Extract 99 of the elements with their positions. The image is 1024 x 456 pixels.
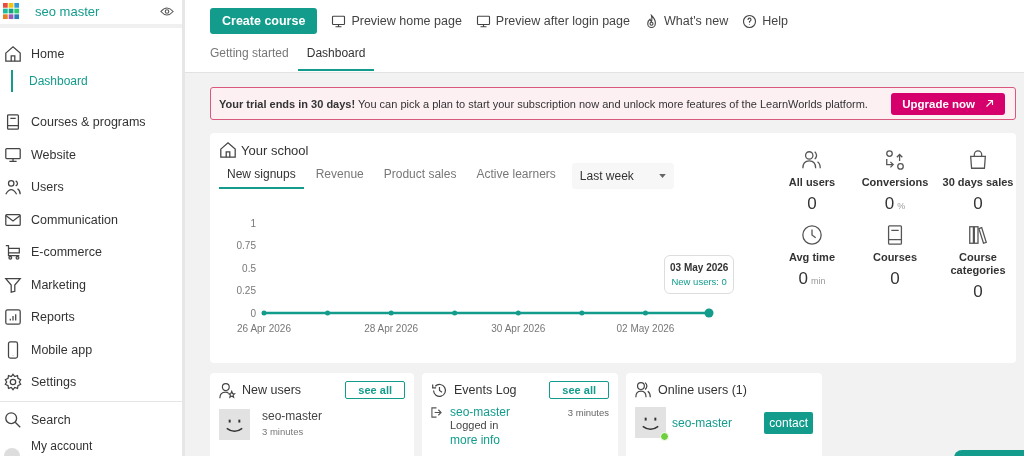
book-icon <box>4 113 22 132</box>
axis-label: 26 Apr 2026 <box>237 323 291 334</box>
period-dropdown[interactable]: Last week <box>571 163 674 189</box>
trial-message: Your trial ends in 30 days! You can pick a plan to start your subscription now and unlock more features of the LearnWorlds platform. <box>219 97 868 110</box>
sidebar-item[interactable]: Mobile app <box>0 333 182 366</box>
axis-label: 0.25 <box>236 285 256 296</box>
users-icon <box>801 149 823 171</box>
upgrade-button[interactable]: Upgrade now <box>891 92 1005 115</box>
login-icon <box>431 407 442 418</box>
school-name[interactable]: seo master <box>35 4 160 20</box>
user-link[interactable]: seo-master <box>672 415 759 430</box>
toolbar-link[interactable]: Help <box>742 13 788 29</box>
stat-label: Conversions <box>861 176 929 189</box>
stat-label: All users <box>788 176 836 189</box>
help-icon <box>742 13 758 29</box>
sidebar-subitem[interactable]: Dashboard <box>11 70 182 92</box>
monitor-icon <box>475 13 491 29</box>
stat-label: 30 days sales <box>942 176 1014 189</box>
monitor-icon <box>4 145 22 164</box>
history-icon <box>431 381 448 399</box>
arrow-icon <box>985 99 994 108</box>
app-grid-icon <box>3 3 20 21</box>
toolbar-link[interactable]: Preview home page <box>331 13 462 29</box>
data-point <box>261 310 267 316</box>
sidebar-item[interactable]: Users <box>0 171 182 204</box>
chart-tab[interactable]: Active learners <box>468 163 564 189</box>
eye-icon[interactable] <box>160 6 174 18</box>
funnel-icon <box>4 275 22 294</box>
user-time: 3 minutes <box>262 426 305 437</box>
data-point <box>579 310 585 316</box>
stat-value: 0 <box>973 194 983 214</box>
stat-label: Course categories <box>949 251 1007 277</box>
search-icon <box>4 410 22 429</box>
data-point <box>642 310 648 316</box>
users-icon <box>635 381 652 398</box>
chart-tab[interactable]: Product sales <box>375 163 465 189</box>
monitor-icon <box>331 13 347 29</box>
bar-chart-icon <box>4 308 22 327</box>
axis-label: 0 <box>250 307 256 319</box>
event-time: 3 minutes <box>567 407 609 418</box>
data-point <box>515 310 521 316</box>
user-name[interactable]: seo-master <box>262 409 323 423</box>
settings-icon <box>4 373 22 392</box>
stat-value: 0 <box>973 282 983 302</box>
sidebar-item[interactable]: Website <box>0 138 182 171</box>
stat-value: 0 <box>807 194 817 214</box>
data-point <box>704 308 714 318</box>
sidebar-item[interactable]: Settings <box>0 366 182 399</box>
stat-unit: min <box>810 276 826 286</box>
more-info-link[interactable]: more info <box>450 433 501 447</box>
home-icon <box>4 44 22 63</box>
account-item[interactable]: My account <box>31 439 93 453</box>
axis-label: 1 <box>250 217 256 229</box>
sidebar-item[interactable]: Courses & programs <box>0 106 182 139</box>
tooltip-value: New users: 0 <box>670 276 728 287</box>
stat-value: 0 <box>884 194 895 214</box>
chart-tab[interactable]: New signups <box>219 163 304 189</box>
stat-label: Avg time <box>788 251 835 264</box>
arrows-icon <box>884 149 906 171</box>
sidebar-item[interactable]: Home <box>0 37 182 70</box>
clock-icon <box>801 224 823 246</box>
home-icon <box>219 141 237 159</box>
axis-label: 28 Apr 2026 <box>364 323 419 334</box>
axis-label: 0.75 <box>236 240 256 251</box>
cart-icon <box>4 243 22 262</box>
user-link[interactable]: seo-master <box>450 405 511 419</box>
avatar-icon <box>635 407 666 438</box>
card-title: Your school <box>241 142 309 158</box>
sidebar-item[interactable]: E-commerce <box>0 236 182 269</box>
page-tab[interactable]: Dashboard <box>297 42 375 71</box>
users-icon <box>4 178 22 197</box>
stat-label: Courses <box>873 251 917 264</box>
data-point <box>325 310 331 316</box>
axis-label: 0.5 <box>242 262 256 274</box>
search-item[interactable]: Search <box>0 403 182 436</box>
card-title: New users <box>242 383 303 397</box>
toolbar-link[interactable]: What's new <box>643 13 729 29</box>
stat-value: 0 <box>890 269 900 289</box>
stat-value: 0 <box>798 269 808 289</box>
user-star-icon <box>219 381 236 399</box>
data-point <box>388 310 394 316</box>
bag-icon <box>967 149 989 171</box>
card-title: Online users (1) <box>658 382 748 397</box>
toolbar-link[interactable]: Preview after login page <box>475 13 630 29</box>
axis-label: 02 May 2026 <box>616 323 675 334</box>
sidebar-item[interactable]: Communication <box>0 203 182 236</box>
caret-icon <box>658 174 666 178</box>
books-icon <box>967 224 989 246</box>
sidebar-item[interactable]: Reports <box>0 301 182 334</box>
card-title: Events Log <box>454 383 518 397</box>
tooltip-date: 03 May 2026 <box>670 262 729 273</box>
axis-label: 30 Apr 2026 <box>491 323 546 334</box>
event-action: Logged in <box>450 419 500 432</box>
avatar-icon <box>219 409 250 440</box>
page-tab[interactable]: Getting started <box>210 42 298 71</box>
data-point <box>452 310 458 316</box>
sidebar-item[interactable]: Marketing <box>0 268 182 301</box>
chart-tab[interactable]: Revenue <box>307 163 372 189</box>
stat-unit: % <box>897 201 906 211</box>
